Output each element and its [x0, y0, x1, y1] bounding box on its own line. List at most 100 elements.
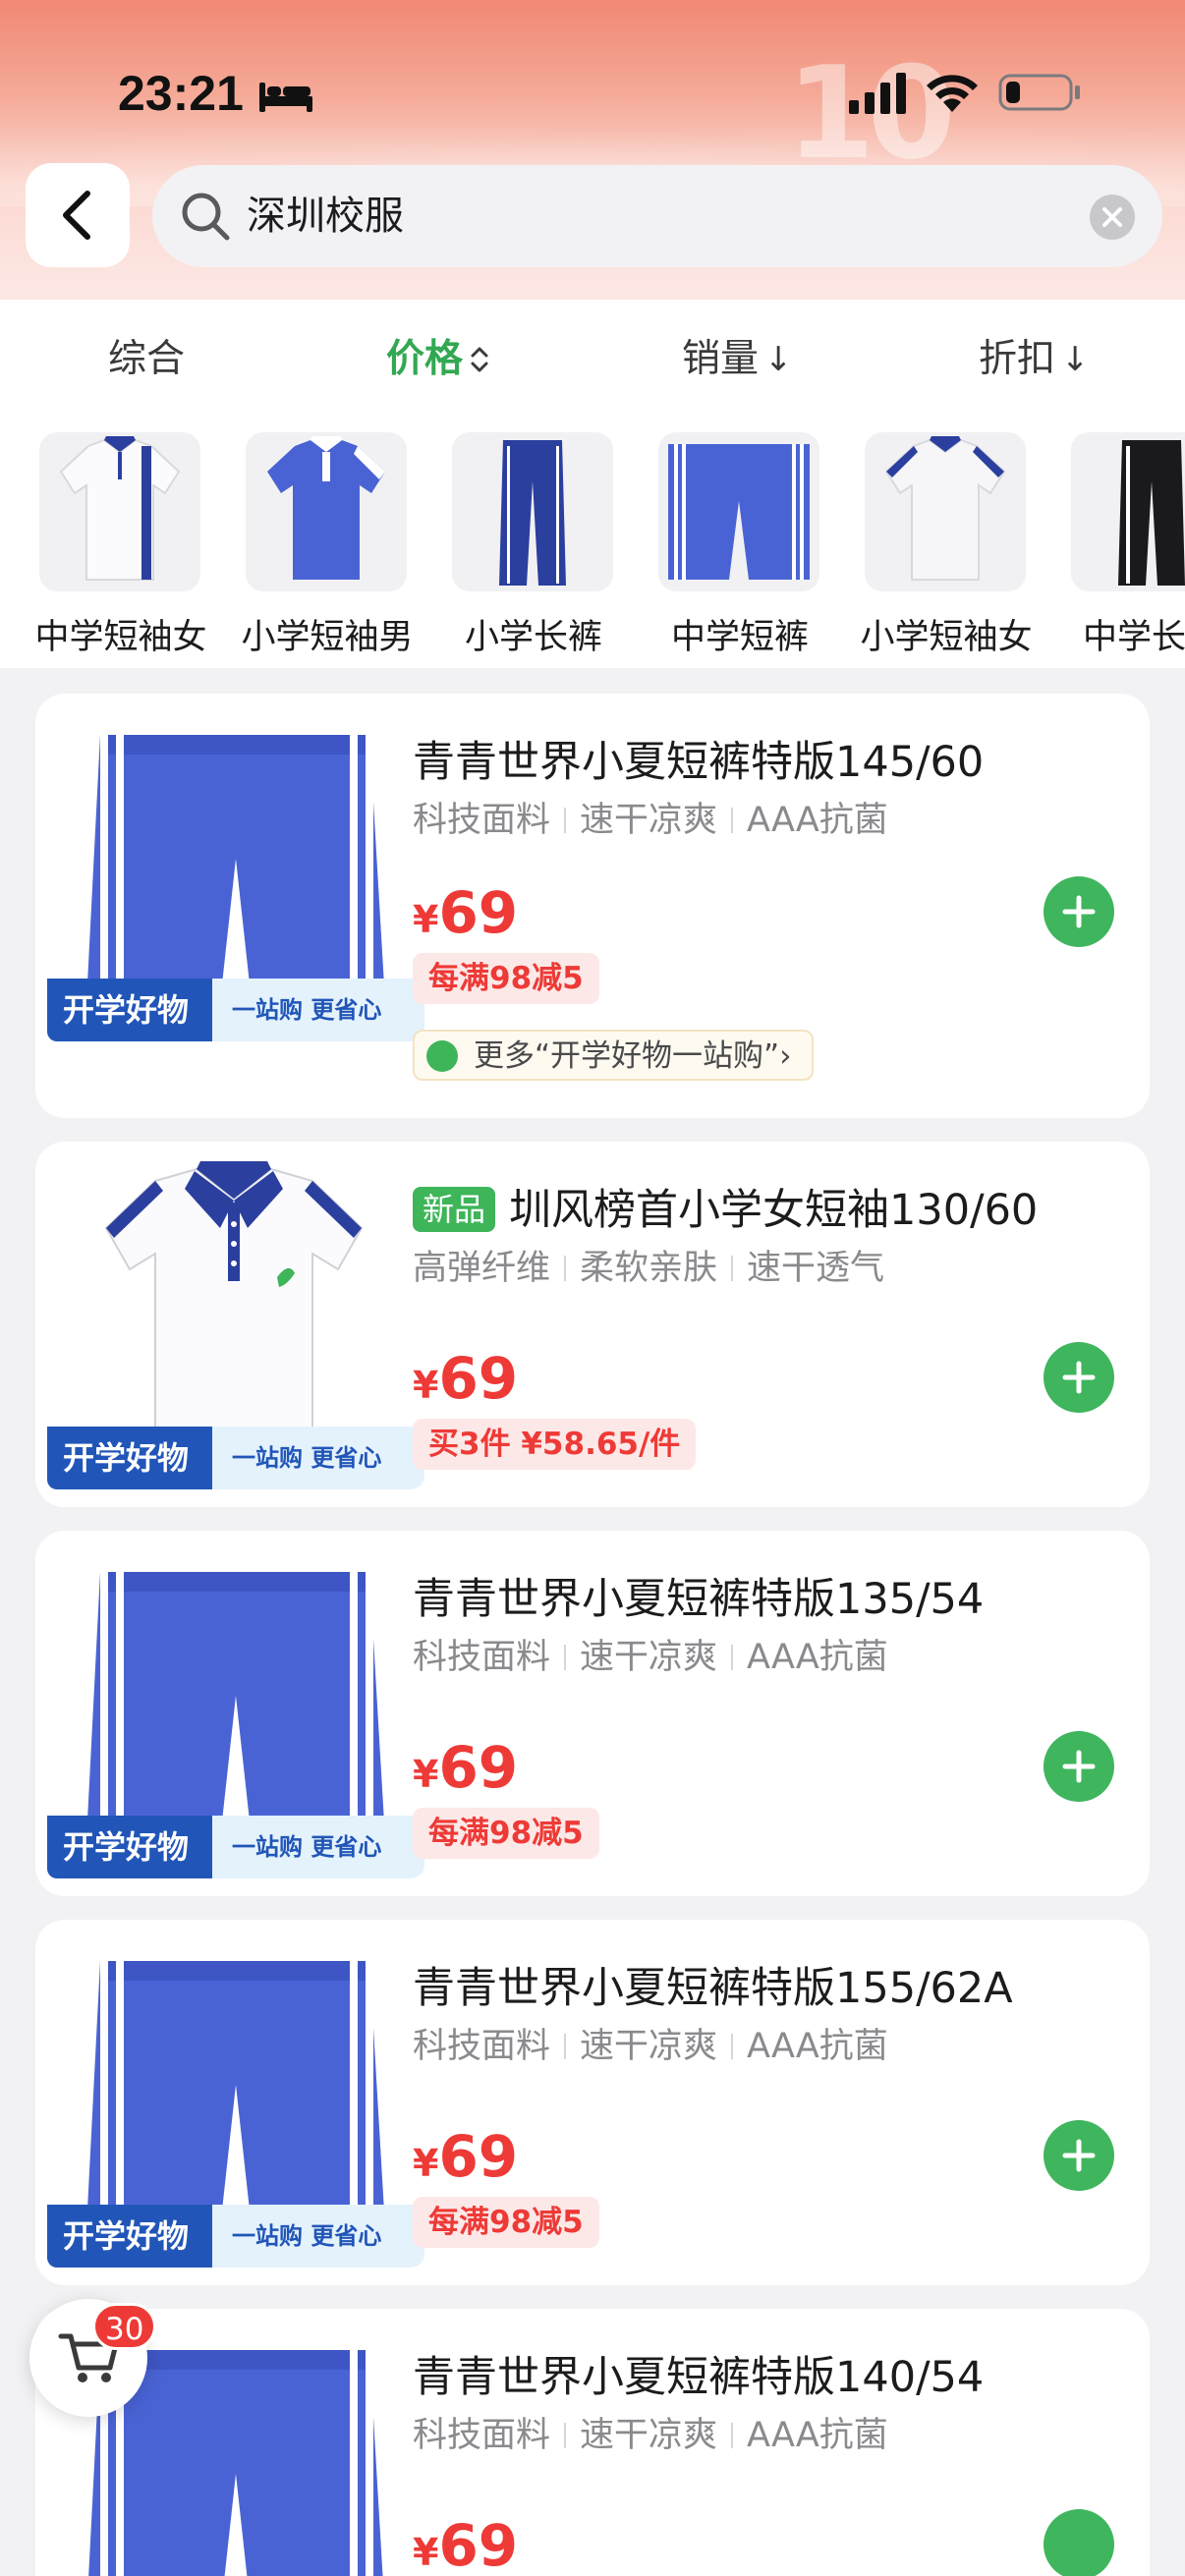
product-tag: 柔软亲肤	[580, 1249, 718, 1288]
promo-label: 开学好物	[47, 1816, 213, 1878]
price-value: 69	[438, 1734, 519, 1801]
plus-icon	[1062, 895, 1096, 928]
product-price: ¥69	[413, 2511, 518, 2576]
tag-divider	[564, 1645, 567, 1670]
category-thumbnail	[452, 432, 613, 591]
product-tag: AAA抗菌	[747, 801, 888, 840]
wifi-icon	[927, 75, 978, 112]
promo-sublabel: 一站购 更省心	[212, 979, 424, 1041]
sleep-mode-icon	[259, 83, 312, 112]
product-card[interactable]: 青青世界小夏短裤特版140/54 科技面料 速干凉爽 AAA抗菌 ¥69	[35, 2309, 1150, 2576]
product-card[interactable]: 开学好物 一站购 更省心 青青世界小夏短裤特版145/60 科技面料 速干凉爽 AA…	[35, 694, 1150, 1118]
currency-symbol: ¥	[413, 1364, 439, 1407]
product-tag: 速干透气	[747, 1249, 885, 1288]
product-tags: 科技面料 速干凉爽 AAA抗菌	[413, 798, 888, 843]
product-tag: 科技面料	[413, 1638, 551, 1677]
product-card[interactable]: 开学好物 一站购 更省心 青青世界小夏短裤特版155/62A 科技面料 速干凉爽 A…	[35, 1920, 1150, 2285]
tag-divider	[731, 2423, 734, 2448]
sort-tab-discount[interactable]: 折扣 ↓	[979, 335, 1090, 384]
product-tags: 科技面料 速干凉爽 AAA抗菌	[413, 2413, 888, 2458]
promo-label: 开学好物	[47, 979, 213, 1041]
product-tag: 速干凉爽	[580, 2416, 718, 2455]
product-price: ¥69	[413, 1344, 518, 1428]
cellular-signal-icon	[849, 73, 906, 114]
product-title: 新品 圳风榜首小学女短袖130/60	[413, 1183, 1038, 1238]
category-strip: 中学短袖女 小学短袖男 小学长裤 中学短裤 小学短袖女 中学长	[0, 422, 1185, 668]
blue-polo-image	[267, 436, 385, 580]
plus-icon	[1062, 1750, 1096, 1783]
add-to-cart-button[interactable]	[1044, 2509, 1114, 2576]
sort-tab-label: 价格	[386, 337, 464, 381]
discount-tag: 每满98减5	[413, 1808, 599, 1859]
arrow-down-icon: ↓	[1061, 340, 1090, 379]
chevron-left-icon	[63, 191, 90, 240]
category-label: 小学短袖男	[241, 618, 414, 657]
tag-divider	[731, 1256, 734, 1281]
product-tag: 科技面料	[413, 2416, 551, 2455]
product-tag: AAA抗菌	[747, 2416, 888, 2455]
battery-icon	[998, 74, 1080, 111]
product-tag: 速干凉爽	[580, 1638, 718, 1677]
long-pants-image	[499, 440, 566, 586]
price-value: 69	[438, 2512, 519, 2576]
tag-divider	[564, 2034, 567, 2059]
more-promo-link[interactable]: 更多“开学好物一站购”›	[413, 1030, 814, 1081]
currency-symbol: ¥	[413, 898, 439, 941]
promo-sublabel: 一站购 更省心	[212, 1816, 424, 1878]
product-tags: 高弹纤维 柔软亲肤 速干透气	[413, 1246, 884, 1291]
discount-tag: 每满98减5	[413, 2197, 599, 2248]
price-value: 69	[438, 879, 519, 946]
search-input[interactable]: 深圳校服	[152, 165, 1162, 267]
promo-sublabel: 一站购 更省心	[212, 1427, 424, 1489]
tag-divider	[731, 1645, 734, 1670]
product-tags: 科技面料 速干凉爽 AAA抗菌	[413, 1635, 888, 1680]
category-label: 中学短裤	[670, 618, 809, 657]
new-badge: 新品	[413, 1187, 496, 1232]
category-thumbnail	[246, 432, 407, 591]
category-label: 中学短袖女	[34, 618, 207, 657]
search-query: 深圳校服	[247, 194, 404, 239]
category-thumbnail	[39, 432, 200, 591]
shorts-image	[668, 444, 810, 580]
sort-tab-comprehensive[interactable]: 综合	[108, 335, 185, 384]
add-to-cart-button[interactable]	[1044, 1342, 1114, 1413]
category-thumbnail	[1071, 432, 1185, 591]
add-to-cart-button[interactable]	[1044, 2120, 1114, 2191]
sort-tabs: 综合 价格 销量 ↓ 折扣 ↓	[0, 300, 1185, 422]
promo-label: 开学好物	[47, 1427, 213, 1489]
product-tag: 速干凉爽	[580, 801, 718, 840]
product-tag: 科技面料	[413, 2027, 551, 2066]
promo-banner: 开学好物 一站购 更省心	[47, 1427, 424, 1489]
price-value: 69	[438, 2123, 519, 2190]
sort-updown-icon	[471, 347, 488, 372]
category-thumbnail	[658, 432, 819, 591]
product-card[interactable]: 开学好物 一站购 更省心 新品 圳风榜首小学女短袖130/60 高弹纤维 柔软亲肤速…	[35, 1142, 1150, 1507]
product-tag: 速干凉爽	[580, 2027, 718, 2066]
promo-sublabel: 一站购 更省心	[212, 2205, 424, 2268]
add-to-cart-button[interactable]	[1044, 876, 1114, 947]
currency-symbol: ¥	[413, 1753, 439, 1796]
category-label: 小学短袖女	[860, 618, 1033, 657]
close-icon	[1102, 207, 1122, 227]
clear-search-icon[interactable]	[1090, 195, 1135, 240]
price-value: 69	[438, 1345, 519, 1412]
tag-divider	[564, 808, 567, 833]
back-button[interactable]	[26, 163, 130, 267]
sort-tab-price[interactable]: 价格	[386, 335, 490, 384]
product-tag: 高弹纤维	[413, 1249, 551, 1288]
white-polo-image	[59, 436, 181, 581]
sort-tab-sales[interactable]: 销量 ↓	[682, 335, 793, 384]
promo-banner: 开学好物 一站购 更省心	[47, 1816, 424, 1878]
add-to-cart-button[interactable]	[1044, 1731, 1114, 1802]
status-bar: 23:21	[0, 0, 1185, 147]
promo-banner: 开学好物 一站购 更省心	[47, 979, 424, 1041]
cart-count-badge: 30	[92, 2303, 157, 2350]
search-icon	[182, 193, 230, 241]
currency-symbol: ¥	[413, 2142, 439, 2185]
shopping-bag-icon	[426, 1040, 458, 1072]
arrow-down-icon: ↓	[764, 340, 793, 379]
product-card[interactable]: 开学好物 一站购 更省心 青青世界小夏短裤特版135/54 科技面料 速干凉爽 AA…	[35, 1531, 1150, 1896]
product-price: ¥69	[413, 878, 518, 962]
black-pants-image	[1118, 440, 1185, 586]
product-tag: 科技面料	[413, 801, 551, 840]
